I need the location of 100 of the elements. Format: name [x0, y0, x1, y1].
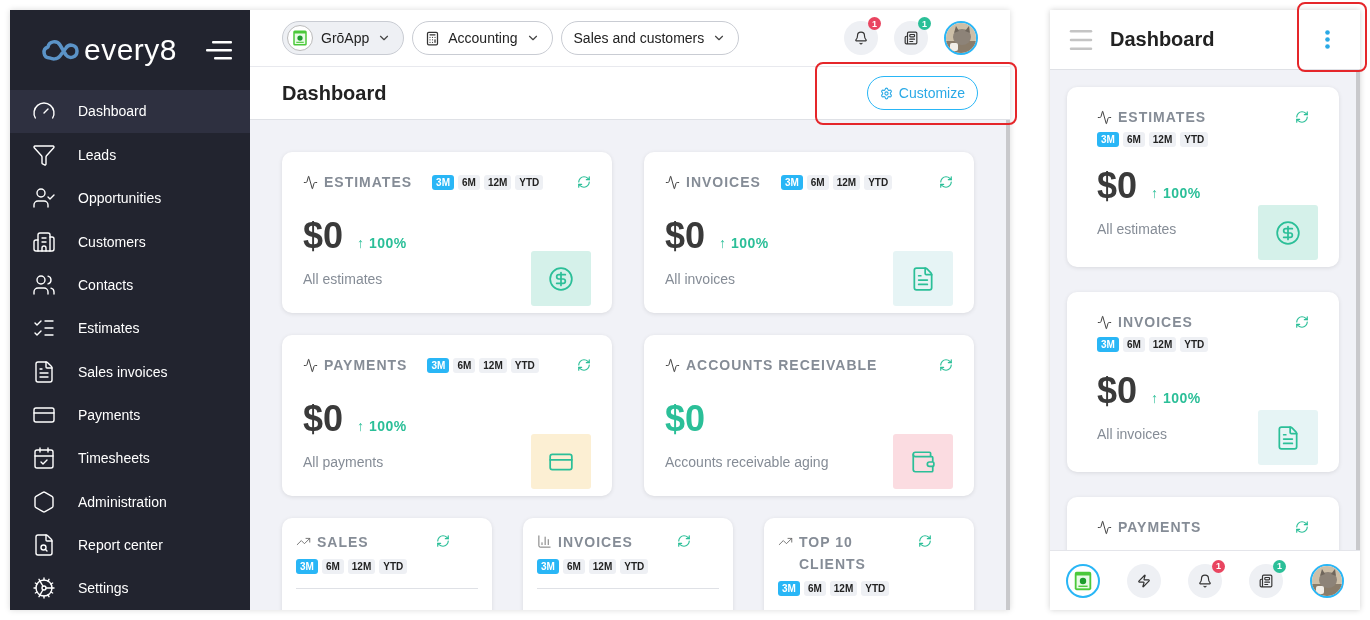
period-chip[interactable]: 6M	[453, 357, 476, 373]
change-value: ↑ 100%	[1151, 390, 1201, 406]
sidebar-label: Opportunities	[78, 190, 162, 207]
period-chip[interactable]: 12M	[479, 357, 507, 373]
hexagon-icon	[32, 489, 56, 514]
user-check-icon	[32, 186, 56, 211]
bell-icon	[1198, 573, 1212, 588]
period-chip[interactable]: 12M	[588, 559, 617, 574]
sidebar-item[interactable]: Contacts	[10, 263, 250, 307]
refresh-icon[interactable]	[577, 175, 591, 189]
sidebar-item[interactable]: Sales invoices	[10, 349, 250, 394]
card-caption: All estimates	[303, 271, 383, 287]
stat-value: $0	[665, 215, 706, 257]
period-chip[interactable]: 6M	[806, 174, 829, 190]
change-value: ↑ 100%	[357, 418, 407, 434]
avatar[interactable]	[1310, 563, 1344, 598]
more-button[interactable]	[1325, 30, 1330, 49]
card-caption: All payments	[303, 454, 384, 470]
card-title: INVOICES	[686, 173, 761, 191]
lightning-icon	[1137, 573, 1151, 588]
period-chip[interactable]: 6M	[562, 559, 585, 574]
card-title: ESTIMATES	[324, 173, 413, 191]
change-value: ↑ 100%	[1151, 185, 1201, 201]
stat-value: $0	[303, 215, 344, 257]
card-title: PAYMENTS	[1118, 518, 1202, 536]
sidebar-item[interactable]: Report center	[10, 523, 250, 567]
period-chip[interactable]: 12M	[483, 174, 512, 190]
settings-icon	[879, 86, 893, 100]
sidebar-item[interactable]: Opportunities	[10, 176, 250, 220]
period-chip[interactable]: 12M	[829, 581, 858, 596]
sidebar-item[interactable]: Estimates	[10, 306, 250, 350]
sidebar-label: Administration	[78, 493, 167, 510]
sidebar-item[interactable]: Timesheets	[10, 436, 250, 480]
period-chip[interactable]: YTD	[864, 174, 893, 190]
refresh-icon[interactable]	[1295, 520, 1309, 534]
period-chip[interactable]: YTD	[515, 174, 544, 190]
period-chip[interactable]: YTD	[379, 559, 408, 574]
wallet-icon	[910, 448, 936, 475]
sidebar-item[interactable]: Dashboard	[10, 89, 250, 134]
refresh-icon[interactable]	[1295, 110, 1309, 124]
period-chip[interactable]: 6M	[458, 174, 480, 190]
report-icon	[32, 532, 56, 557]
card-title: TOP 10 CLIENTS	[799, 533, 867, 574]
refresh-icon[interactable]	[677, 534, 691, 548]
newspaper-icon	[1259, 573, 1273, 588]
stat-value: $0	[1097, 165, 1138, 207]
period-chip[interactable]: 6M	[1122, 337, 1145, 352]
period-chip[interactable]: YTD	[510, 357, 539, 373]
period-chip[interactable]: YTD	[1180, 337, 1209, 352]
quick-action-button[interactable]	[1127, 563, 1161, 598]
period-chip[interactable]: 6M	[1122, 132, 1145, 147]
period-chip[interactable]: 12M	[1148, 337, 1177, 352]
refresh-icon[interactable]	[918, 534, 932, 548]
refresh-icon[interactable]	[939, 175, 953, 189]
period-chip[interactable]: YTD	[1180, 132, 1209, 147]
notifications-button[interactable]: 1	[1188, 563, 1222, 598]
period-chip[interactable]: YTD	[861, 581, 890, 596]
sidebar-label: Payments	[78, 406, 141, 423]
funnel-icon	[32, 142, 56, 167]
period-chip[interactable]: 12M	[832, 174, 861, 190]
app-icon	[291, 29, 309, 47]
app-switcher[interactable]: Accounting	[412, 21, 553, 55]
change-value: ↑ 100%	[357, 235, 407, 251]
pulse-icon	[303, 357, 318, 373]
card-title: ACCOUNTS RECEIVABLE	[686, 356, 878, 374]
building-icon	[32, 229, 56, 254]
period-chip[interactable]: 6M	[803, 581, 826, 596]
refresh-icon[interactable]	[1295, 315, 1309, 329]
sidebar-label: Dashboard	[78, 103, 147, 120]
app-icon	[1072, 569, 1094, 592]
avatar[interactable]	[944, 21, 978, 55]
period-chip[interactable]: 6M	[321, 559, 344, 574]
sidebar-item[interactable]: Leads	[10, 133, 250, 177]
document-icon	[1275, 424, 1301, 451]
coin-icon	[1275, 219, 1301, 246]
sidebar-item[interactable]: Customers	[10, 219, 250, 264]
calculator-icon	[425, 30, 441, 46]
card-caption: All invoices	[665, 271, 736, 287]
refresh-icon[interactable]	[436, 534, 450, 548]
sidebar-item[interactable]: Settings	[10, 566, 250, 610]
sidebar-item[interactable]: Payments	[10, 393, 250, 437]
bar-chart-icon	[537, 534, 552, 549]
refresh-icon[interactable]	[577, 358, 591, 372]
period-chip[interactable]: YTD	[620, 559, 649, 574]
refresh-icon[interactable]	[939, 358, 953, 372]
pulse-icon	[665, 174, 680, 190]
app-switcher[interactable]: GrōApp	[282, 21, 405, 55]
app-switcher[interactable]: Sales and customers	[560, 21, 740, 55]
pulse-icon	[1097, 314, 1112, 330]
period-chip[interactable]: 12M	[1148, 132, 1177, 147]
sidebar-item[interactable]: Administration	[10, 479, 250, 524]
pulse-icon	[303, 174, 318, 190]
users-icon	[32, 272, 56, 297]
app-button[interactable]	[1066, 563, 1100, 598]
card-title: INVOICES	[1118, 313, 1193, 331]
sidebar-label: Settings	[78, 580, 129, 597]
newspaper-icon	[904, 31, 918, 45]
menu-icon[interactable]	[206, 39, 232, 60]
period-chip[interactable]: 12M	[347, 559, 376, 574]
gear-icon	[32, 576, 56, 601]
